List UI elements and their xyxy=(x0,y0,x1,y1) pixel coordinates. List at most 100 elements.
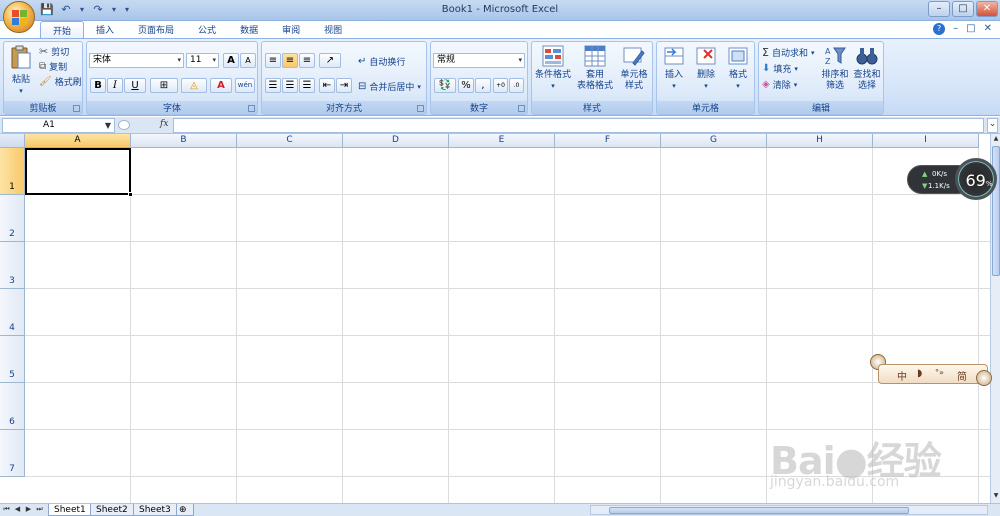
worksheet-grid[interactable]: ABCDEFGHI 1234567 xyxy=(0,134,990,503)
decrease-indent-button[interactable]: ⇤ xyxy=(319,78,335,93)
tab-review[interactable]: 审阅 xyxy=(270,21,312,39)
column-header-b[interactable]: B xyxy=(131,134,237,148)
format-painter-button[interactable]: 🖌 格式刷 xyxy=(39,75,82,88)
sheet-tab-sheet3[interactable]: Sheet3 xyxy=(133,504,177,516)
ime-toolbar[interactable]: 中 ◗ °» 简 xyxy=(868,352,996,394)
minimize-button[interactable]: – xyxy=(928,1,950,17)
decrease-decimal-button[interactable]: .0 xyxy=(509,78,524,93)
expand-formula-bar-icon[interactable]: ⌄ xyxy=(987,118,998,133)
grow-font-button[interactable]: A xyxy=(223,53,239,68)
increase-indent-button[interactable]: ⇥ xyxy=(336,78,352,93)
tab-view[interactable]: 视图 xyxy=(312,21,354,39)
cut-button[interactable]: ✂ 剪切 xyxy=(39,45,69,58)
align-center-button[interactable]: ☰ xyxy=(282,78,298,93)
select-all-corner[interactable] xyxy=(0,134,25,148)
fill-button[interactable]: ⬇ 填充 ▾ xyxy=(762,62,798,75)
orientation-button[interactable]: ↗ xyxy=(319,53,341,68)
workbook-close-button[interactable]: ✕ xyxy=(984,23,992,35)
row-header-6[interactable]: 6 xyxy=(0,383,25,430)
percent-button[interactable]: % xyxy=(458,78,474,93)
align-top-button[interactable]: ≡ xyxy=(265,53,281,68)
align-bottom-button[interactable]: ≡ xyxy=(299,53,315,68)
font-launcher-icon[interactable] xyxy=(248,105,255,112)
first-sheet-icon[interactable]: ⏮ xyxy=(2,505,11,514)
next-sheet-icon[interactable]: ▶ xyxy=(24,505,33,514)
column-header-h[interactable]: H xyxy=(767,134,873,148)
workbook-minimize-button[interactable]: – xyxy=(953,23,958,35)
alignment-launcher-icon[interactable] xyxy=(417,105,424,112)
conditional-format-button[interactable]: 条件格式 ▾ xyxy=(534,45,572,92)
clear-button[interactable]: ◈ 清除 ▾ xyxy=(762,78,797,91)
row-header-4[interactable]: 4 xyxy=(0,289,25,336)
phonetic-button[interactable]: wén xyxy=(235,78,255,93)
font-name-select[interactable]: 宋体 ▾ xyxy=(89,53,184,68)
insert-function-button[interactable]: fx xyxy=(160,119,168,129)
last-sheet-icon[interactable]: ⏭ xyxy=(35,505,44,514)
maximize-button[interactable]: □ xyxy=(952,1,974,17)
office-button[interactable] xyxy=(3,1,35,33)
formula-input[interactable] xyxy=(173,118,984,133)
tab-formulas[interactable]: 公式 xyxy=(186,21,228,39)
wrap-text-button[interactable]: ↵ 自动换行 xyxy=(358,55,405,68)
font-color-button[interactable]: A xyxy=(210,78,232,93)
column-header-e[interactable]: E xyxy=(449,134,555,148)
insert-sheet-button[interactable]: ⊕ xyxy=(176,504,194,516)
fill-color-button[interactable]: ◬ xyxy=(181,78,207,93)
row-header-7[interactable]: 7 xyxy=(0,430,25,477)
underline-button[interactable]: U xyxy=(124,78,146,93)
horizontal-scroll-thumb[interactable] xyxy=(609,507,909,514)
tab-insert[interactable]: 插入 xyxy=(84,21,126,39)
font-size-select[interactable]: 11 ▾ xyxy=(186,53,219,68)
column-header-f[interactable]: F xyxy=(555,134,661,148)
row-header-3[interactable]: 3 xyxy=(0,242,25,289)
format-as-table-button[interactable]: 套用 表格格式 xyxy=(574,45,616,92)
paste-button[interactable]: 粘贴 ▾ xyxy=(7,45,35,97)
copy-button[interactable]: ⧉ 复制 xyxy=(39,60,67,73)
tab-home[interactable]: 开始 xyxy=(40,21,85,39)
ime-language[interactable]: 中 xyxy=(897,368,907,383)
number-launcher-icon[interactable] xyxy=(518,105,525,112)
align-middle-button[interactable]: ≡ xyxy=(282,53,298,68)
column-header-c[interactable]: C xyxy=(237,134,343,148)
fill-handle[interactable] xyxy=(128,192,133,197)
align-right-button[interactable]: ☰ xyxy=(299,78,315,93)
column-header-g[interactable]: G xyxy=(661,134,767,148)
name-box[interactable]: A1 ▼ xyxy=(2,118,115,133)
number-format-select[interactable]: 常规 ▾ xyxy=(433,53,525,68)
autosum-button[interactable]: Σ 自动求和 ▾ xyxy=(762,46,814,59)
comma-button[interactable]: , xyxy=(475,78,491,93)
active-cell-a1[interactable] xyxy=(25,148,133,197)
sheet-tab-sheet2[interactable]: Sheet2 xyxy=(90,504,134,516)
italic-button[interactable]: I xyxy=(107,78,123,93)
prev-sheet-icon[interactable]: ◀ xyxy=(13,505,22,514)
horizontal-scrollbar[interactable] xyxy=(590,505,988,515)
ime-punctuation-icon[interactable]: °» xyxy=(935,368,944,377)
align-left-button[interactable]: ☰ xyxy=(265,78,281,93)
bold-button[interactable]: B xyxy=(90,78,106,93)
accounting-format-button[interactable]: 💱 xyxy=(434,78,456,93)
delete-cells-button[interactable]: 删除 ▾ xyxy=(691,45,721,92)
shrink-font-button[interactable]: A xyxy=(240,53,256,68)
ime-halfwidth-icon[interactable]: ◗ xyxy=(917,368,922,379)
merge-center-button[interactable]: ⊟ 合并后居中 ▾ xyxy=(358,80,421,93)
column-header-d[interactable]: D xyxy=(343,134,449,148)
ime-simplified[interactable]: 简 xyxy=(957,368,967,383)
scroll-down-icon[interactable]: ▼ xyxy=(991,492,1000,502)
column-header-a[interactable]: A xyxy=(25,134,131,148)
tab-data[interactable]: 数据 xyxy=(228,21,270,39)
workbook-restore-button[interactable]: □ xyxy=(966,23,975,35)
insert-cells-button[interactable]: 插入 ▾ xyxy=(659,45,689,92)
increase-decimal-button[interactable]: +0 xyxy=(493,78,508,93)
cell-styles-button[interactable]: 单元格 样式 xyxy=(616,45,652,92)
scroll-up-icon[interactable]: ▲ xyxy=(991,135,1000,145)
row-header-1[interactable]: 1 xyxy=(0,148,25,195)
network-speed-widget[interactable]: ▲ 0K/s ▼ 1.1K/s 69% xyxy=(907,158,997,200)
clipboard-launcher-icon[interactable] xyxy=(73,105,80,112)
row-header-2[interactable]: 2 xyxy=(0,195,25,242)
help-icon[interactable]: ? xyxy=(933,23,946,35)
row-header-5[interactable]: 5 xyxy=(0,336,25,383)
sheet-tab-sheet1[interactable]: Sheet1 xyxy=(48,504,92,516)
find-select-button[interactable]: 查找和 选择 xyxy=(851,45,883,92)
close-button[interactable]: ✕ xyxy=(976,1,998,17)
column-header-i[interactable]: I xyxy=(873,134,979,148)
